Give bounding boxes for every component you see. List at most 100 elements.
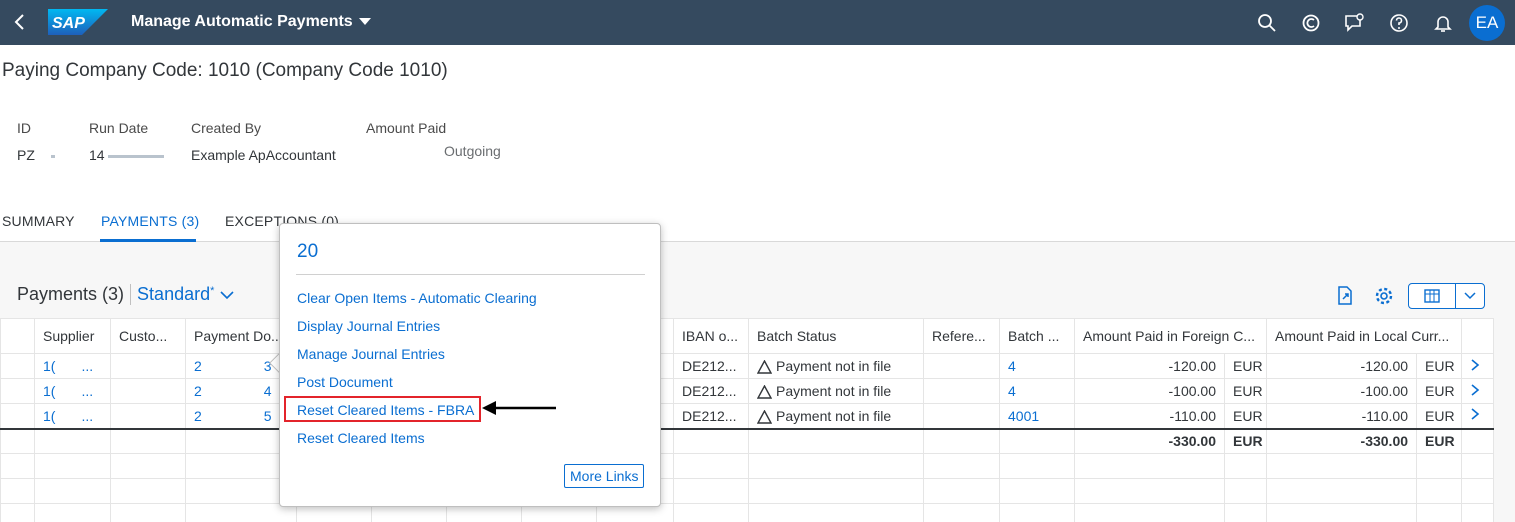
empty-cell bbox=[1266, 453, 1418, 479]
row-nav[interactable] bbox=[1461, 378, 1495, 404]
chevron-right-icon[interactable] bbox=[1470, 407, 1480, 421]
empty-cell bbox=[1461, 503, 1495, 522]
col-reference[interactable]: Refere... bbox=[923, 318, 1000, 354]
total-foreign-cell: -330.00 bbox=[1074, 427, 1225, 454]
empty-cell bbox=[673, 478, 749, 504]
sap-logo[interactable]: SAP bbox=[48, 9, 108, 35]
batch-status-cell: Payment not in file bbox=[748, 378, 924, 404]
created-by-value: Example ApAccountant bbox=[191, 147, 336, 163]
table-row[interactable]: 1(... 2 4 DE212... Payment not in file 4 -100.… bbox=[0, 378, 1495, 404]
chevron-right-icon[interactable] bbox=[1470, 383, 1480, 397]
warning-icon bbox=[757, 385, 772, 399]
total-empty-cell bbox=[923, 427, 1000, 454]
export-split-button[interactable] bbox=[1408, 283, 1485, 309]
search-icon[interactable] bbox=[1256, 12, 1278, 34]
empty-cell bbox=[673, 503, 749, 522]
total-empty-cell bbox=[110, 427, 186, 454]
chevron-down-icon bbox=[220, 290, 234, 299]
empty-cell bbox=[1416, 453, 1463, 479]
col-batch[interactable]: Batch ... bbox=[999, 318, 1075, 354]
supplier-cell[interactable]: 1(... bbox=[34, 403, 111, 429]
variant-modified-marker: * bbox=[210, 284, 215, 297]
spreadsheet-icon[interactable] bbox=[1409, 284, 1456, 308]
related-apps-popover: 20 Clear Open Items - Automatic Clearing… bbox=[279, 223, 661, 507]
amount-paid-value: Outgoing bbox=[444, 143, 501, 159]
supplier-cell[interactable]: 1(... bbox=[34, 353, 111, 379]
tab-summary[interactable]: SUMMARY bbox=[2, 213, 75, 229]
empty-cell bbox=[1416, 478, 1463, 504]
empty-cell bbox=[1461, 478, 1495, 504]
total-local-cell: -330.00 bbox=[1266, 427, 1418, 454]
link-display-journal-entries[interactable]: Display Journal Entries bbox=[297, 318, 440, 334]
link-post-document[interactable]: Post Document bbox=[297, 374, 393, 390]
empty-cell bbox=[923, 478, 1000, 504]
user-avatar[interactable]: EA bbox=[1469, 5, 1505, 41]
link-reset-cleared-items[interactable]: Reset Cleared Items bbox=[297, 430, 425, 446]
col-amount-local[interactable]: Amount Paid in Local Curr... bbox=[1266, 318, 1463, 354]
id-value: PZ bbox=[17, 147, 55, 163]
co-pilot-icon[interactable] bbox=[1300, 12, 1322, 34]
row-select[interactable] bbox=[0, 378, 35, 404]
empty-cell bbox=[923, 503, 1000, 522]
col-batch-status[interactable]: Batch Status bbox=[748, 318, 924, 354]
app-title-menu[interactable]: Manage Automatic Payments bbox=[131, 13, 371, 31]
amount-local-cell: -110.00 bbox=[1266, 403, 1418, 429]
tab-bar: SUMMARY PAYMENTS (3) EXCEPTIONS (0) bbox=[0, 205, 1515, 242]
row-select[interactable] bbox=[0, 403, 35, 429]
amount-foreign-cell: -120.00 bbox=[1074, 353, 1225, 379]
col-supplier[interactable]: Supplier bbox=[34, 318, 111, 354]
empty-cell bbox=[1266, 478, 1418, 504]
batch-cell[interactable]: 4 bbox=[999, 353, 1075, 379]
table-row[interactable]: 1(... 2 3 DE212... Payment not in file 4 -120.… bbox=[0, 353, 1495, 379]
id-label: ID bbox=[17, 120, 31, 136]
more-links-button[interactable]: More Links bbox=[564, 464, 645, 488]
batch-cell[interactable]: 4 bbox=[999, 378, 1075, 404]
dropdown-arrow-icon[interactable] bbox=[1456, 284, 1484, 308]
row-nav[interactable] bbox=[1461, 353, 1495, 379]
link-manage-journal-entries[interactable]: Manage Journal Entries bbox=[297, 346, 445, 362]
amount-local-cell: -120.00 bbox=[1266, 353, 1418, 379]
currency-foreign-cell: EUR bbox=[1223, 353, 1268, 379]
customer-cell bbox=[110, 403, 186, 429]
supplier-cell[interactable]: 1(... bbox=[34, 378, 111, 404]
row-nav[interactable] bbox=[1461, 403, 1495, 429]
popover-title[interactable]: 20 bbox=[297, 241, 318, 263]
help-icon[interactable] bbox=[1388, 12, 1410, 34]
total-empty-cell bbox=[748, 427, 924, 454]
popover-divider bbox=[296, 274, 645, 275]
currency-local-cell: EUR bbox=[1416, 353, 1463, 379]
app-title: Manage Automatic Payments bbox=[131, 13, 353, 30]
chevron-right-icon[interactable] bbox=[1470, 358, 1480, 372]
warning-icon bbox=[757, 360, 772, 374]
empty-cell bbox=[1461, 453, 1495, 479]
empty-cell bbox=[748, 453, 924, 479]
empty-cell bbox=[34, 503, 111, 522]
tab-payments[interactable]: PAYMENTS (3) bbox=[101, 213, 199, 229]
empty-row bbox=[0, 478, 1495, 504]
total-empty-cell bbox=[0, 427, 35, 454]
empty-cell bbox=[1416, 503, 1463, 522]
empty-cell bbox=[0, 478, 35, 504]
empty-cell bbox=[999, 503, 1075, 522]
col-nav bbox=[1461, 318, 1495, 354]
currency-local-cell: EUR bbox=[1416, 403, 1463, 429]
empty-cell bbox=[748, 503, 924, 522]
row-select[interactable] bbox=[0, 353, 35, 379]
bell-icon[interactable] bbox=[1432, 12, 1454, 34]
payments-table: Supplier Custo... Payment Do... IBAN o..… bbox=[0, 318, 1495, 522]
batch-cell[interactable]: 4001 bbox=[999, 403, 1075, 429]
back-icon[interactable] bbox=[10, 12, 30, 32]
variant-selector[interactable]: Standard * bbox=[130, 284, 234, 305]
col-iban[interactable]: IBAN o... bbox=[673, 318, 749, 354]
empty-cell bbox=[1074, 478, 1225, 504]
col-amount-foreign[interactable]: Amount Paid in Foreign C... bbox=[1073, 318, 1268, 354]
amount-local-cell: -100.00 bbox=[1266, 378, 1418, 404]
notification-chat-icon[interactable] bbox=[1343, 12, 1365, 34]
col-customer[interactable]: Custo... bbox=[110, 318, 186, 354]
export-icon[interactable] bbox=[1333, 284, 1357, 308]
settings-gear-icon[interactable] bbox=[1372, 284, 1396, 308]
empty-cell bbox=[1223, 478, 1268, 504]
col-select bbox=[0, 318, 35, 354]
link-clear-open-items[interactable]: Clear Open Items - Automatic Clearing bbox=[297, 290, 537, 306]
table-row[interactable]: 1(... 2 5 DE212... Payment not in file 4001 -1… bbox=[0, 403, 1495, 429]
